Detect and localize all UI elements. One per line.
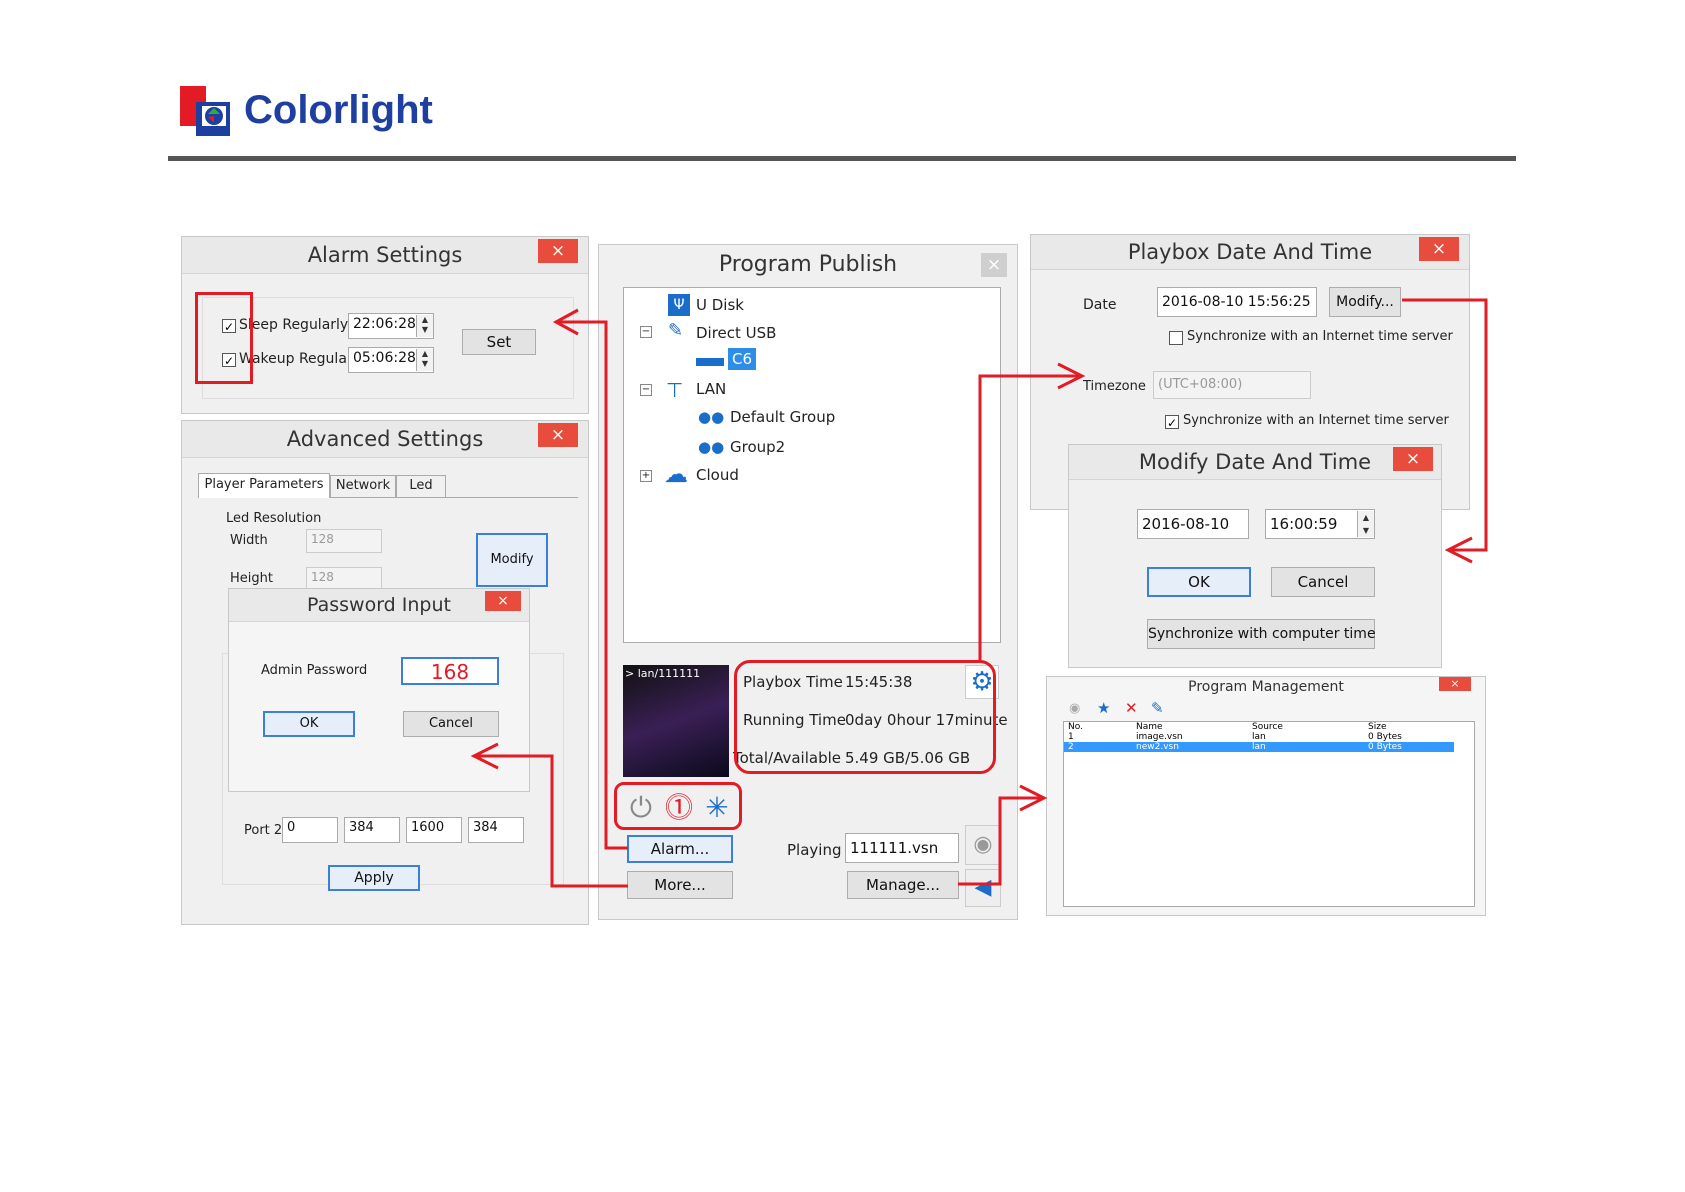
arrow-alarm [558, 320, 628, 850]
arrow-manage [958, 796, 1042, 886]
annotation-arrows [470, 298, 1488, 888]
arrow-modify [1402, 298, 1488, 552]
arrow-gear [978, 374, 1080, 662]
